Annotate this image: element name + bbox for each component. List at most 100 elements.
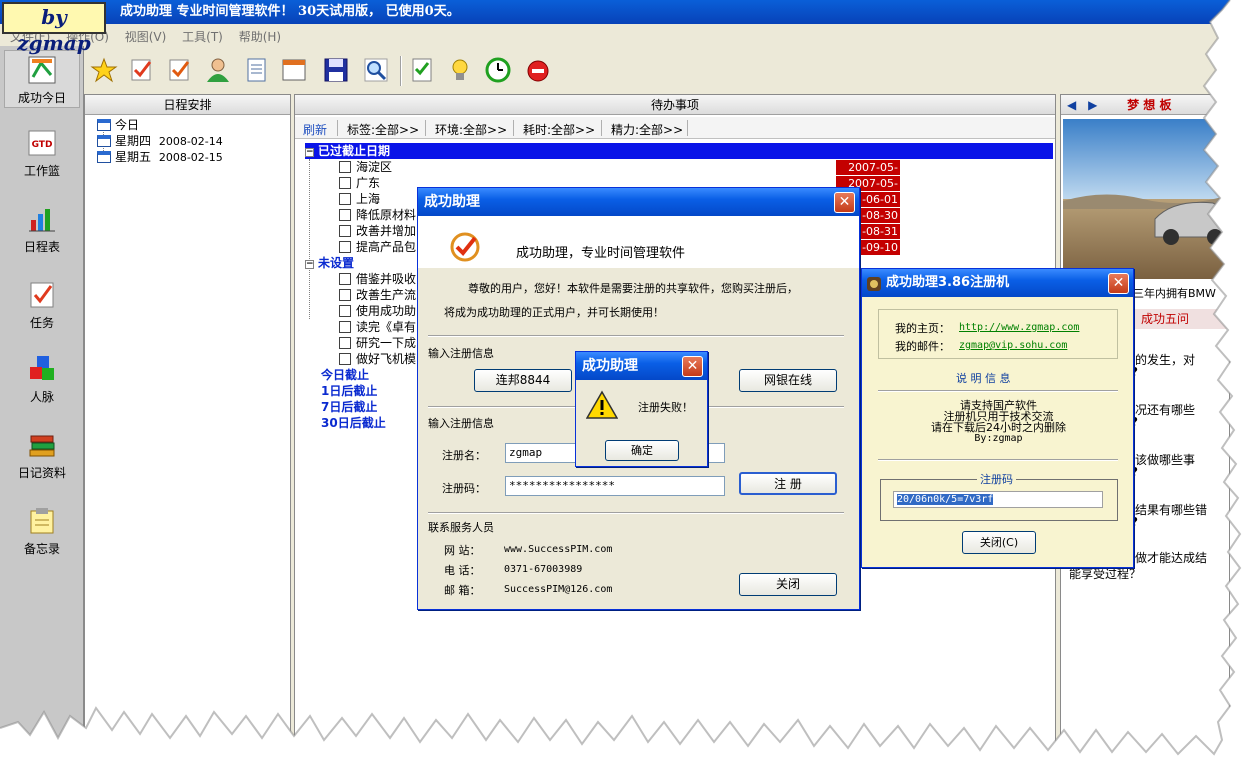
exit-icon[interactable] (524, 56, 552, 84)
todo-item[interactable]: 研究一下成 (339, 335, 416, 351)
keygen-code-field[interactable]: 20/06n0k/5=7v3rf (893, 491, 1103, 508)
refresh-link[interactable]: 刷新 (303, 121, 327, 138)
app-icon (866, 275, 882, 303)
info-text: 请支持国产软件 注册机只用于技术交流 请在下载后24小时之内删除 By:zgma… (931, 399, 1066, 444)
todo-checkbox[interactable] (339, 353, 351, 365)
dialog-heading: 成功助理，专业时间管理软件 (516, 246, 686, 261)
close-icon[interactable]: ✕ (682, 356, 703, 377)
todo-checkbox[interactable] (339, 305, 351, 317)
todo-item[interactable]: 上海 (339, 191, 380, 207)
name-label: 注册名： (442, 449, 486, 462)
next-arrow-icon[interactable]: ▶ (1088, 98, 1097, 112)
lightbulb-icon[interactable] (446, 56, 474, 84)
ok-button[interactable]: 确定 (605, 440, 679, 461)
gtd-icon: GTD (27, 128, 57, 158)
prev-arrow-icon[interactable]: ◀ (1067, 98, 1076, 112)
nav-diary[interactable]: 日记资料 (4, 430, 80, 481)
toolbar-separator (400, 56, 402, 86)
schedule-item[interactable]: 星期四 2008-02-14 (97, 133, 223, 149)
schedule-item[interactable]: 星期五 2008-02-15 (97, 149, 223, 165)
todo-checkbox[interactable] (339, 273, 351, 285)
menu-help[interactable]: 帮助(H) (233, 26, 287, 45)
todo-checkbox[interactable] (339, 321, 351, 333)
todo-item[interactable]: 降低原材料 (339, 207, 416, 223)
clock-icon[interactable] (484, 56, 512, 84)
nav-success-today[interactable]: 成功今日 (4, 50, 80, 108)
nav-schedule[interactable]: 日程表 (4, 204, 80, 255)
todo-item[interactable]: 做好飞机模 (339, 351, 416, 367)
keygen-title: 成功助理3.86注册机 ✕ (862, 269, 1133, 297)
bottom-label: 传统的 (22, 754, 59, 768)
todo-checkbox[interactable] (339, 225, 351, 237)
collapse-icon[interactable]: − (305, 260, 314, 269)
todo-item[interactable]: 提高产品包 (339, 239, 416, 255)
online-bank-button[interactable]: 网银在线 (739, 369, 837, 392)
save-icon[interactable] (322, 56, 350, 84)
person-icon[interactable] (204, 56, 232, 84)
dream-caption: 三年内拥有BMW (1133, 287, 1216, 300)
todo-item[interactable]: 广东 (339, 175, 380, 191)
website-value: www.SuccessPIM.com (504, 544, 613, 555)
email-link[interactable]: zgmap@vip.sohu.com (959, 340, 1067, 351)
todo-checkbox[interactable] (339, 289, 351, 301)
svg-text:GTD: GTD (32, 140, 53, 150)
calendar-icon (97, 135, 111, 147)
menu-bar: 文件(F) 操作(O) 视图(V) 工具(T) 帮助(H) (0, 26, 1230, 46)
todo-item[interactable]: 海淀区 (339, 159, 392, 175)
group-due-today[interactable]: 今日截止 (321, 367, 369, 383)
email-value: SuccessPIM@126.com (504, 584, 613, 595)
document-icon[interactable] (242, 56, 270, 84)
task-edit-icon[interactable] (128, 56, 156, 84)
watermark-logo: by zgmap (2, 2, 106, 55)
register-code-field[interactable]: **************** (505, 476, 725, 496)
nav-label: 工作篮 (23, 164, 60, 178)
author-box: 我的主页： http://www.zgmap.com 我的邮件： zgmap@v… (878, 309, 1118, 359)
window-icon[interactable] (280, 56, 308, 84)
phone-value: 0371-67003989 (504, 564, 583, 575)
bank-8844-button[interactable]: 连邦8844 (474, 369, 572, 392)
check-icon[interactable] (166, 56, 194, 84)
nav-task[interactable]: 任务 (4, 280, 80, 331)
filter-tag[interactable]: 标签:全部>> (347, 121, 419, 138)
task-icon (27, 280, 57, 310)
close-button[interactable]: 关闭 (739, 573, 837, 596)
dream-photo (1063, 119, 1229, 279)
schedule-item-today[interactable]: 今日 (97, 117, 139, 133)
nav-label: 成功今日 (17, 91, 66, 105)
close-icon[interactable]: ✕ (834, 192, 855, 213)
nav-memo[interactable]: 备忘录 (4, 506, 80, 557)
group-overdue[interactable]: − 已过截止日期 (305, 143, 1053, 159)
todo-checkbox[interactable] (339, 161, 351, 173)
checklist-icon[interactable] (408, 56, 436, 84)
nav-gtd[interactable]: GTD 工作篮 (4, 128, 80, 179)
group-due-7day[interactable]: 7日后截止 (321, 399, 377, 415)
homepage-link[interactable]: http://www.zgmap.com (959, 322, 1079, 333)
filter-time[interactable]: 耗时:全部>> (523, 121, 595, 138)
menu-tools[interactable]: 工具(T) (176, 26, 229, 45)
tab-success-questions[interactable]: 成功五问 (1133, 309, 1230, 329)
todo-checkbox[interactable] (339, 193, 351, 205)
search-icon[interactable] (362, 56, 390, 84)
todo-item[interactable]: 改善生产流 (339, 287, 416, 303)
section-label: 输入注册信息 (428, 417, 494, 430)
group-due-30day[interactable]: 30日后截止 (321, 415, 386, 431)
filter-energy[interactable]: 精力:全部>> (611, 121, 683, 138)
todo-checkbox[interactable] (339, 241, 351, 253)
todo-item[interactable]: 改善并增加 (339, 223, 416, 239)
todo-item[interactable]: 使用成功助 (339, 303, 416, 319)
nav-contacts[interactable]: 人脉 (4, 354, 80, 405)
todo-item[interactable]: 借鉴并吸收 (339, 271, 416, 287)
todo-checkbox[interactable] (339, 177, 351, 189)
collapse-icon[interactable]: − (305, 148, 314, 157)
group-unset[interactable]: − 未设置 (305, 255, 354, 271)
todo-item[interactable]: 读完《卓有 (339, 319, 416, 335)
close-icon[interactable]: ✕ (1108, 273, 1129, 294)
menu-view[interactable]: 视图(V) (119, 26, 173, 45)
group-due-1day[interactable]: 1日后截止 (321, 383, 377, 399)
todo-checkbox[interactable] (339, 209, 351, 221)
filter-context[interactable]: 环境:全部>> (435, 121, 507, 138)
register-button[interactable]: 注 册 (739, 472, 837, 495)
keygen-close-button[interactable]: 关闭(C) (962, 531, 1036, 554)
star-icon[interactable] (90, 56, 118, 84)
todo-checkbox[interactable] (339, 337, 351, 349)
